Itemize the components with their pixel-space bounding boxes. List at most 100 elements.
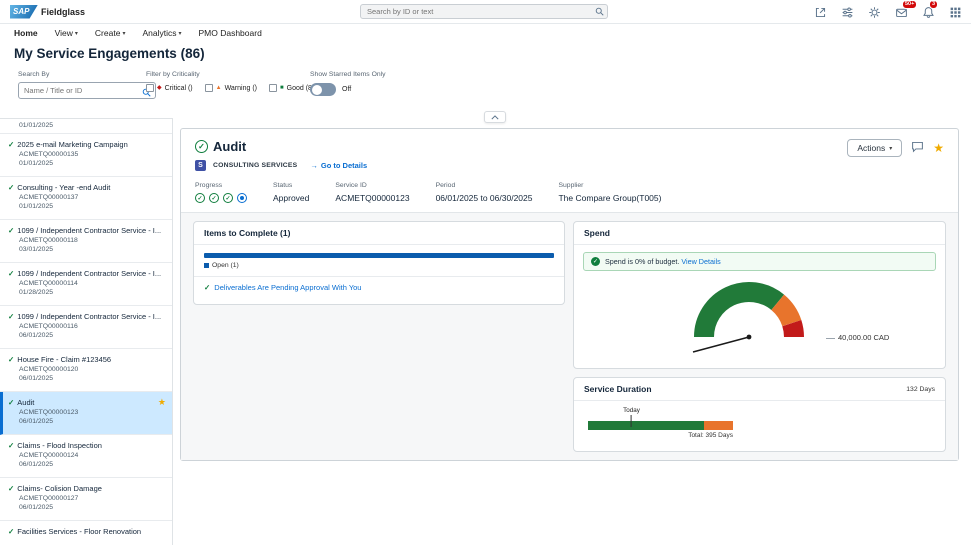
engagement-detail-panel: ✓ Audit S CONSULTING SERVICES → Go to De… xyxy=(180,128,959,461)
comments-button[interactable] xyxy=(911,140,924,156)
period-label: Period xyxy=(436,182,533,189)
spend-banner: ✓ Spend is 0% of budget. View Details xyxy=(583,252,936,271)
list-item[interactable]: ✓Facilities Services - Floor Renovation xyxy=(0,521,172,545)
check-icon: ✓ xyxy=(8,484,14,493)
list-item[interactable]: ✓2025 e-mail Marketing Campaign ACMETQ00… xyxy=(0,134,172,177)
list-search-input[interactable] xyxy=(18,82,156,99)
engagement-list: 01/01/2025 ✓2025 e-mail Marketing Campai… xyxy=(0,118,173,545)
progress-label: Progress xyxy=(195,182,247,189)
step-complete-icon: ✓ xyxy=(209,193,219,203)
gauge-callout-line xyxy=(826,338,835,339)
gear-icon[interactable] xyxy=(866,4,882,20)
starred-toggle[interactable] xyxy=(310,83,336,96)
chevron-down-icon: ▾ xyxy=(122,30,125,37)
toggle-knob xyxy=(312,85,322,95)
supplier-label: Supplier xyxy=(558,182,661,189)
chevron-down-icon: ▾ xyxy=(889,145,892,152)
items-card-title: Items to Complete (1) xyxy=(204,228,290,238)
messages-icon[interactable]: 50+ xyxy=(893,4,909,20)
export-icon[interactable] xyxy=(812,4,828,20)
warning-checkbox[interactable]: ▲ Warning () xyxy=(205,84,257,92)
nav-create[interactable]: Create▾ xyxy=(95,28,126,38)
list-item[interactable]: ✓1099 / Independent Contractor Service -… xyxy=(0,220,172,263)
search-by-group: Search By xyxy=(18,71,156,99)
view-details-link[interactable]: View Details xyxy=(681,257,720,266)
sliders-icon[interactable] xyxy=(839,4,855,20)
page-title: My Service Engagements (86) xyxy=(14,46,205,61)
check-icon: ✓ xyxy=(591,257,600,266)
elapsed-days: 132 Days xyxy=(906,386,935,393)
list-item[interactable]: ✓1099 / Independent Contractor Service -… xyxy=(0,263,172,306)
list-item[interactable]: ✓1099 / Independent Contractor Service -… xyxy=(0,306,172,349)
deliverables-pending-link[interactable]: ✓ Deliverables Are Pending Approval With… xyxy=(194,276,564,298)
brand: SAP Fieldglass xyxy=(10,5,85,19)
star-icon[interactable]: ★ xyxy=(933,141,944,155)
nav-home[interactable]: Home xyxy=(14,28,38,38)
brand-name: Fieldglass xyxy=(41,7,85,17)
list-item[interactable]: ✓Consulting - Year -end Audit ACMETQ0000… xyxy=(0,177,172,220)
global-search-input[interactable] xyxy=(360,4,608,19)
criticality-label: Filter by Criticality xyxy=(146,71,318,78)
critical-icon: ◆ xyxy=(157,85,162,91)
check-icon: ✓ xyxy=(8,312,14,321)
spend-amount: 40,000.00 CAD xyxy=(838,333,889,342)
messages-badge: 50+ xyxy=(902,0,917,9)
step-complete-icon: ✓ xyxy=(195,193,205,203)
chevron-down-icon: ▾ xyxy=(75,30,78,37)
service-duration-card: Service Duration 132 Days Today Total: 3… xyxy=(573,377,946,452)
sap-logo: SAP xyxy=(10,5,38,19)
legend-open: Open (1) xyxy=(212,262,239,269)
detail-fields: Progress ✓ ✓ ✓ Status Approved Service I… xyxy=(195,182,944,203)
bell-icon[interactable]: 3 xyxy=(920,4,936,20)
list-item[interactable]: ✓Claims- Colision Damage ACMETQ00000127 … xyxy=(0,478,172,521)
nav-pmo-dashboard[interactable]: PMO Dashboard xyxy=(198,28,261,38)
supplier-value: The Compare Group(T005) xyxy=(558,193,661,203)
spend-gauge-chart xyxy=(674,273,824,359)
step-complete-icon: ✓ xyxy=(223,193,233,203)
check-icon: ✓ xyxy=(204,283,210,292)
list-item[interactable]: ✓Claims - Flood Inspection ACMETQ0000012… xyxy=(0,435,172,478)
detail-header: ✓ Audit S CONSULTING SERVICES → Go to De… xyxy=(181,129,958,212)
spend-card: Spend ✓ Spend is 0% of budget. View Deta… xyxy=(573,221,946,369)
checkbox-box xyxy=(205,84,213,92)
service-type-badge: S xyxy=(195,160,206,171)
check-icon: ✓ xyxy=(8,269,14,278)
search-by-label: Search By xyxy=(18,71,156,78)
list-item-selected[interactable]: ✓Audit ACMETQ00000123 06/01/2025 ★ xyxy=(0,392,172,435)
starred-label: Show Starred Items Only xyxy=(310,71,386,78)
actions-button[interactable]: Actions ▾ xyxy=(847,139,902,157)
go-to-details-link[interactable]: → Go to Details xyxy=(310,161,367,170)
list-item-partial[interactable]: 01/01/2025 xyxy=(0,119,172,134)
chevron-down-icon: ▾ xyxy=(178,30,181,37)
step-current-icon xyxy=(237,193,247,203)
app-grid-icon[interactable] xyxy=(947,4,963,20)
global-search xyxy=(360,4,608,19)
service-id-value: ACMETQ00000123 xyxy=(335,193,409,203)
check-circle-icon: ✓ xyxy=(195,140,208,153)
today-marker: Today xyxy=(623,407,640,427)
comment-icon xyxy=(911,140,924,153)
detail-cards: Items to Complete (1) Open (1) ✓ Deliver… xyxy=(181,212,958,460)
star-icon[interactable]: ★ xyxy=(158,397,166,408)
collapse-filters-button[interactable] xyxy=(484,111,506,123)
nav-analytics[interactable]: Analytics▾ xyxy=(142,28,181,38)
critical-checkbox[interactable]: ◆ Critical () xyxy=(146,84,193,92)
period-value: 06/01/2025 to 06/30/2025 xyxy=(436,193,533,203)
list-item[interactable]: ✓House Fire - Claim #123456 ACMETQ000001… xyxy=(0,349,172,392)
legend-swatch xyxy=(204,263,209,268)
warning-icon: ▲ xyxy=(216,85,222,91)
engagement-title: Audit xyxy=(213,139,246,154)
check-icon: ✓ xyxy=(8,226,14,235)
chevron-up-icon xyxy=(491,115,499,120)
nav-view[interactable]: View▾ xyxy=(55,28,78,38)
bell-badge: 3 xyxy=(929,0,938,9)
checkbox-box xyxy=(146,84,154,92)
check-icon: ✓ xyxy=(8,140,14,149)
spend-banner-text: Spend is 0% of budget. xyxy=(605,257,679,266)
checkbox-box xyxy=(269,84,277,92)
check-icon: ✓ xyxy=(8,527,14,536)
status-label: Status xyxy=(273,182,309,189)
items-progress-bar xyxy=(204,253,554,258)
toggle-state-label: Off xyxy=(342,86,351,93)
check-icon: ✓ xyxy=(8,398,14,407)
